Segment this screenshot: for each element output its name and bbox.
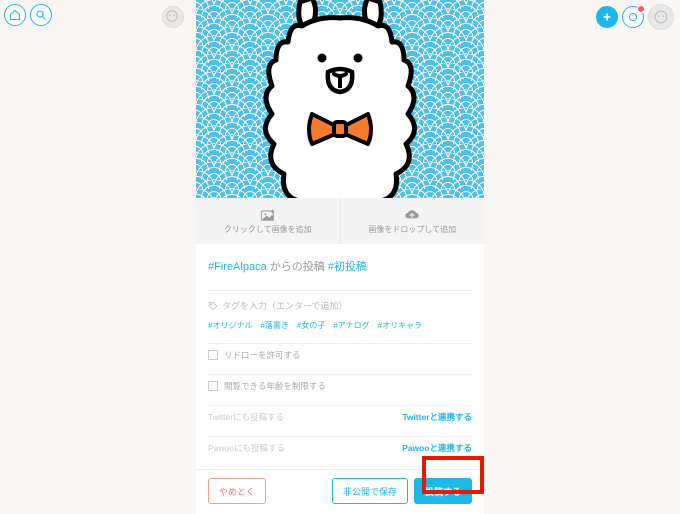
age-restrict-option[interactable]: 閲覧できる年齢を制限する [208, 374, 472, 397]
upload-row: クリックして画像を追加 画像をドロップして追加 [196, 198, 484, 244]
user-avatar[interactable] [648, 4, 674, 30]
tag-input[interactable]: タグを入力（エンターで追加） [208, 290, 472, 312]
post-composer: クリックして画像を追加 画像をドロップして追加 #FireAlpaca からの投… [196, 0, 484, 514]
image-add-icon [260, 208, 276, 222]
add-button[interactable] [596, 6, 618, 28]
option-label: リドローを許可する [224, 349, 301, 361]
cancel-button[interactable]: やめとく [208, 478, 266, 504]
checkbox[interactable] [208, 350, 218, 360]
footer-buttons: やめとく 非公開で保存 投稿する [196, 469, 484, 514]
tag-suggestion[interactable]: #オリキャラ [378, 320, 422, 331]
pawoo-connect-link[interactable]: Pawooと連携する [402, 442, 472, 454]
hashtag: #FireAlpaca [208, 261, 267, 273]
alpaca-illustration [240, 0, 440, 198]
tag-placeholder: タグを入力（エンターで追加） [222, 299, 347, 312]
hashtag: #初投稿 [328, 261, 367, 273]
notification-badge [637, 5, 645, 13]
notifications-button[interactable] [622, 6, 644, 28]
redraw-option[interactable]: リドローを許可する [208, 343, 472, 366]
upload-click-area[interactable]: クリックして画像を追加 [196, 198, 340, 244]
post-text-input[interactable]: #FireAlpaca からの投稿 #初投稿 [208, 254, 472, 282]
upload-drop-area[interactable]: 画像をドロップして追加 [340, 198, 485, 244]
option-label: 閲覧できる年齢を制限する [224, 380, 326, 392]
tag-icon [208, 301, 218, 311]
tag-suggestion[interactable]: #オリジナル [208, 320, 252, 331]
twitter-share-row: Twitterにも投稿する Twitterと連携する [208, 405, 472, 428]
checkbox[interactable] [208, 381, 218, 391]
tag-suggestions: #オリジナル #落書き #女の子 #アナログ #オリキャラ [208, 320, 472, 335]
save-private-button[interactable]: 非公開で保存 [332, 478, 408, 504]
cloud-upload-icon [404, 208, 420, 222]
user-avatar-small[interactable] [162, 6, 184, 28]
twitter-connect-link[interactable]: Twitterと連携する [402, 411, 472, 423]
sns-label: Pawooにも投稿する [208, 442, 285, 454]
image-preview [196, 0, 484, 198]
tag-suggestion[interactable]: #アナログ [333, 320, 369, 331]
search-button[interactable] [30, 4, 52, 26]
pawoo-share-row: Pawooにも投稿する Pawooと連携する [208, 436, 472, 459]
post-button[interactable]: 投稿する [414, 478, 472, 504]
upload-click-label: クリックして画像を追加 [224, 224, 312, 235]
home-button[interactable] [4, 4, 26, 26]
tag-suggestion[interactable]: #女の子 [297, 320, 325, 331]
sns-label: Twitterにも投稿する [208, 411, 284, 423]
upload-drop-label: 画像をドロップして追加 [368, 224, 456, 235]
tag-suggestion[interactable]: #落書き [260, 320, 288, 331]
